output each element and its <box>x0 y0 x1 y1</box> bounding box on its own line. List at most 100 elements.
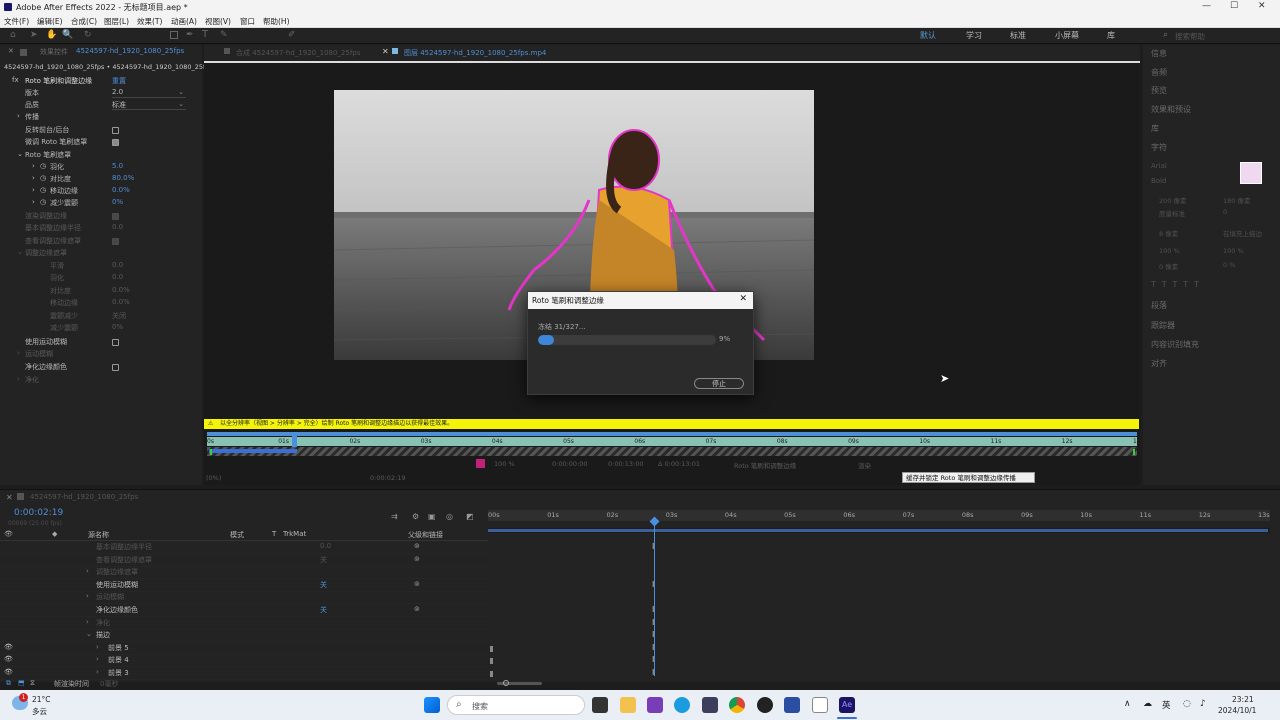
close-button[interactable]: ✕ <box>1258 1 1266 11</box>
rotate-tool-icon[interactable]: ↻ <box>84 30 92 40</box>
font-style-select[interactable]: Bold <box>1151 177 1166 185</box>
timeline-row[interactable]: 使用运动模糊 关 ⊚ <box>0 580 488 592</box>
weather-temp[interactable]: 21°C <box>32 695 51 704</box>
frame-blend-icon[interactable]: ◎ <box>446 512 453 521</box>
panel-character[interactable]: 字符 <box>1151 142 1167 153</box>
timeline-row[interactable]: 查看调整边缘遮罩 关 ⊚ <box>0 555 488 567</box>
tray-chevron-icon[interactable]: ∧ <box>1124 699 1131 709</box>
menu-file[interactable]: 文件(F) <box>4 16 29 27</box>
search-help-input[interactable]: 搜索帮助 <box>1175 31 1205 42</box>
panel-tracker[interactable]: 跟踪器 <box>1151 320 1175 331</box>
chevron-right-icon[interactable]: › <box>32 186 35 194</box>
timeline-row[interactable]: › 运动模糊 <box>0 592 488 605</box>
layer-time-ruler[interactable]: 0s 01s 02s 03s 04s 05s 06s 07s 08s 09s 10s 11s 12s 13… <box>207 437 1144 446</box>
menu-edit[interactable]: 编辑(E) <box>37 16 63 27</box>
expression-pickwhip-icon[interactable]: ⊚ <box>414 580 420 588</box>
timeline-timecode[interactable]: 0:00:02:19 <box>14 508 63 518</box>
use-motion-blur-checkbox[interactable] <box>112 339 119 346</box>
stopwatch-icon[interactable]: ◷ <box>40 186 46 194</box>
col-t[interactable]: T <box>272 530 276 538</box>
menu-help[interactable]: 帮助(H) <box>263 16 290 27</box>
menu-animation[interactable]: 动画(A) <box>171 16 197 27</box>
toggle-switches-icon[interactable]: ⧉ <box>6 679 11 688</box>
after-effects-icon[interactable]: Ae <box>839 697 855 713</box>
chevron-right-icon[interactable]: › <box>17 112 20 120</box>
font-size[interactable]: 200 像素 <box>1159 195 1186 205</box>
type-tool-icon[interactable]: T <box>202 29 208 40</box>
vertical-scale[interactable]: 100 % <box>1159 247 1180 255</box>
chevron-right-icon[interactable]: › <box>32 174 35 182</box>
volume-icon[interactable]: ♪ <box>1200 699 1206 709</box>
workspace-learn[interactable]: 学习 <box>966 30 982 41</box>
menu-layer[interactable]: 图层(L) <box>104 16 129 27</box>
menu-window[interactable]: 窗口 <box>240 16 255 27</box>
timeline-row[interactable]: › 调整边缘遮罩 <box>0 567 488 580</box>
work-area[interactable] <box>488 528 1270 533</box>
timeline-row[interactable]: 净化边缘颜色 关 ⊚ <box>0 605 488 617</box>
invert-checkbox[interactable] <box>112 127 119 134</box>
col-parent[interactable]: 父级和链接 <box>408 530 443 540</box>
workspace-standard[interactable]: 标准 <box>1010 30 1026 41</box>
draft-3d-icon[interactable]: ⚙ <box>412 512 419 521</box>
chevron-right-icon[interactable]: › <box>86 618 89 626</box>
work-area-range[interactable] <box>488 529 1268 532</box>
panel-audio[interactable]: 音频 <box>1151 67 1167 78</box>
taskbar-search[interactable]: ⌕ 搜索 <box>447 695 585 715</box>
zoom-slider-handle[interactable] <box>503 680 509 686</box>
reset-button[interactable]: 重置 <box>112 76 126 86</box>
zoom-value[interactable]: 100 % <box>494 460 515 468</box>
timeline-row-value[interactable]: 关 <box>320 605 327 615</box>
work-area-bar[interactable] <box>207 432 1137 436</box>
feather-value[interactable]: 5.0 <box>112 162 123 170</box>
quality-select[interactable]: 标准 ⌄ <box>112 100 186 110</box>
stroke-mode[interactable]: 在填充上描边 <box>1223 228 1262 238</box>
timeline-row[interactable]: 👁 › 前景 4 <box>0 655 488 668</box>
stopwatch-icon[interactable]: ◷ <box>40 174 46 182</box>
tab-composition[interactable]: 合成 4524597-hd_1920_1080_25fps <box>236 48 360 58</box>
visibility-eye-icon[interactable]: 👁 <box>4 655 13 663</box>
snipping-icon[interactable] <box>702 697 718 713</box>
app-icon[interactable] <box>757 697 773 713</box>
clock-time[interactable]: 23:21 <box>1232 695 1254 704</box>
tray-cloud-icon[interactable]: ☁ <box>1143 699 1152 709</box>
fill-color-swatch[interactable] <box>1240 162 1262 184</box>
fine-tune-checkbox[interactable] <box>112 139 119 146</box>
stop-button[interactable]: 停止 <box>694 378 744 389</box>
start-time[interactable]: 0:00:00:00 <box>552 460 588 468</box>
shift-edge-value[interactable]: 0.0% <box>112 186 130 194</box>
decontaminate-checkbox[interactable] <box>112 364 119 371</box>
zoom-tool-icon[interactable]: 🔍 <box>62 30 73 40</box>
menu-composition[interactable]: 合成(C) <box>71 16 97 27</box>
roto-brush-icon[interactable]: ✐ <box>288 30 296 40</box>
hide-shy-icon[interactable]: ▣ <box>428 512 436 521</box>
onenote-icon[interactable] <box>647 697 663 713</box>
text-style-buttons[interactable]: TTTTT <box>1151 280 1205 289</box>
visibility-eye-icon[interactable]: 👁 <box>4 643 13 651</box>
minimize-button[interactable]: — <box>1202 1 1211 11</box>
workspace-libraries[interactable]: 库 <box>1107 30 1115 41</box>
rect-tool-icon[interactable] <box>170 31 178 39</box>
menu-effect[interactable]: 效果(T) <box>137 16 162 27</box>
maximize-button[interactable]: ☐ <box>1230 1 1238 11</box>
chevron-right-icon[interactable]: › <box>96 668 99 676</box>
pen-tool-icon[interactable]: ✒ <box>186 30 194 40</box>
viewer-timecode[interactable]: 0:00:02:19 <box>370 474 406 482</box>
close-tab-icon[interactable]: ✕ <box>6 493 13 502</box>
chevron-right-icon[interactable]: › <box>86 567 89 575</box>
brush-tool-icon[interactable]: ✎ <box>220 30 228 40</box>
start-button[interactable] <box>424 697 440 713</box>
panel-info[interactable]: 信息 <box>1151 48 1167 59</box>
home-icon[interactable]: ⌂ <box>10 30 16 40</box>
search-help-icon[interactable]: ⌕ <box>1163 30 1168 40</box>
toggle-modes-icon[interactable]: ⬒ <box>18 679 25 687</box>
layer-playhead[interactable] <box>292 435 297 447</box>
ime-indicator[interactable]: 英 <box>1162 699 1171 711</box>
col-source-name[interactable]: 源名称 <box>88 530 109 540</box>
comp-flow-icon[interactable]: ⇉ <box>391 512 398 521</box>
view-effect-select[interactable]: Roto 笔刷和调整边缘 <box>734 460 796 470</box>
weather-desc[interactable]: 多云 <box>32 706 47 717</box>
expression-pickwhip-icon[interactable]: ⊚ <box>414 605 420 613</box>
expression-pickwhip-icon[interactable]: ⊚ <box>414 542 420 550</box>
timeline-row-value[interactable]: 关 <box>320 555 327 565</box>
panel-content-aware-fill[interactable]: 内容识别填充 <box>1151 339 1199 350</box>
